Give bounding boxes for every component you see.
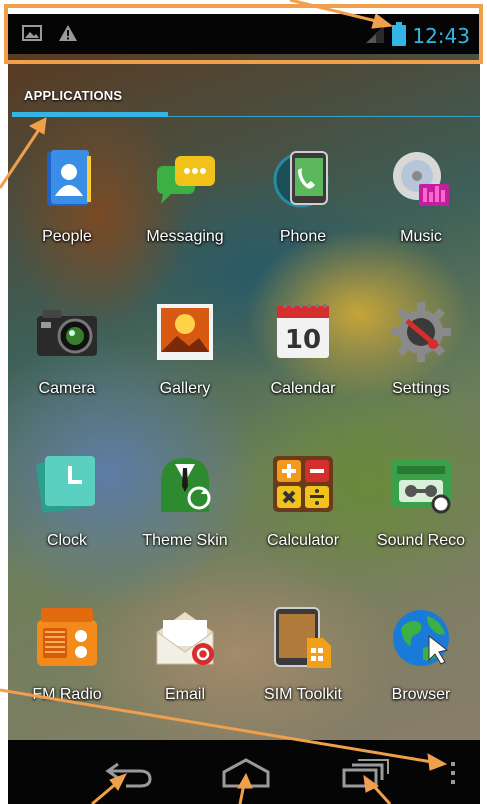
app-camera[interactable]: Camera bbox=[8, 300, 126, 398]
app-sim-toolkit[interactable]: SIM Toolkit bbox=[244, 606, 362, 704]
browser-icon bbox=[389, 606, 453, 670]
app-label: Settings bbox=[392, 380, 450, 397]
back-button[interactable] bbox=[102, 756, 158, 790]
email-icon bbox=[153, 606, 217, 670]
signal-icon bbox=[364, 23, 386, 49]
app-label: SIM Toolkit bbox=[264, 686, 342, 703]
app-fm-radio[interactable]: FM Radio bbox=[8, 606, 126, 704]
status-time: 12:43 bbox=[412, 24, 470, 48]
app-calendar[interactable]: 10 Calendar bbox=[244, 300, 362, 398]
clock-icon bbox=[35, 452, 99, 516]
people-icon bbox=[35, 148, 99, 212]
menu-button[interactable] bbox=[438, 756, 468, 790]
app-sound-recorder[interactable]: Sound Reco bbox=[362, 452, 480, 550]
settings-icon bbox=[389, 300, 453, 364]
app-label: Calculator bbox=[266, 532, 340, 549]
calendar-day: 10 bbox=[285, 325, 321, 355]
app-label: Gallery bbox=[159, 380, 211, 397]
music-icon bbox=[389, 148, 453, 212]
app-clock[interactable]: Clock bbox=[8, 452, 126, 550]
back-icon bbox=[102, 762, 158, 794]
app-label: Email bbox=[164, 686, 205, 703]
status-bar[interactable]: 12:43 bbox=[8, 14, 480, 54]
phone-icon bbox=[271, 148, 335, 212]
recent-apps-button[interactable] bbox=[338, 756, 394, 790]
app-theme-skin[interactable]: Theme Skin bbox=[126, 452, 244, 550]
phone-screen: 12:43 APPLICATIONS People Messaging Phon… bbox=[8, 14, 480, 804]
app-settings[interactable]: Settings bbox=[362, 300, 480, 398]
home-icon bbox=[218, 758, 274, 794]
app-label: Messaging bbox=[146, 228, 224, 245]
applications-tab-bar: APPLICATIONS bbox=[8, 54, 480, 124]
app-label: Music bbox=[400, 228, 442, 245]
warning-icon bbox=[58, 24, 78, 46]
screenshot-frame: 12:43 APPLICATIONS People Messaging Phon… bbox=[0, 0, 487, 804]
sim-toolkit-icon bbox=[271, 606, 335, 670]
app-label: Clock bbox=[46, 532, 87, 549]
app-label: Sound Reco bbox=[376, 532, 466, 549]
menu-icon bbox=[438, 762, 468, 794]
gallery-icon bbox=[153, 300, 217, 364]
app-label: Calendar bbox=[270, 380, 336, 397]
app-gallery[interactable]: Gallery bbox=[126, 300, 244, 398]
app-label: People bbox=[42, 228, 92, 245]
app-email[interactable]: Email bbox=[126, 606, 244, 704]
app-calculator[interactable]: Calculator bbox=[244, 452, 362, 550]
tab-applications[interactable]: APPLICATIONS bbox=[24, 88, 122, 103]
calculator-icon bbox=[271, 452, 335, 516]
app-label: Camera bbox=[38, 380, 96, 397]
app-label: Theme Skin bbox=[142, 532, 228, 549]
navigation-bar bbox=[8, 740, 480, 804]
sound-recorder-icon bbox=[389, 452, 453, 516]
battery-icon bbox=[392, 22, 407, 50]
calendar-icon: 10 bbox=[271, 300, 335, 364]
camera-icon bbox=[35, 300, 99, 364]
theme-skin-icon bbox=[153, 452, 217, 516]
image-icon bbox=[22, 25, 42, 45]
app-label: Phone bbox=[279, 228, 327, 245]
app-browser[interactable]: Browser bbox=[362, 606, 480, 704]
app-label: Browser bbox=[391, 686, 451, 703]
recent-apps-icon bbox=[338, 759, 394, 794]
app-people[interactable]: People bbox=[8, 148, 126, 246]
app-phone[interactable]: Phone bbox=[244, 148, 362, 246]
app-label: FM Radio bbox=[32, 686, 102, 703]
fm-radio-icon bbox=[35, 606, 99, 670]
tab-divider bbox=[12, 116, 480, 117]
app-messaging[interactable]: Messaging bbox=[126, 148, 244, 246]
messaging-icon bbox=[153, 148, 217, 212]
app-music[interactable]: Music bbox=[362, 148, 480, 246]
home-button[interactable] bbox=[218, 756, 274, 790]
